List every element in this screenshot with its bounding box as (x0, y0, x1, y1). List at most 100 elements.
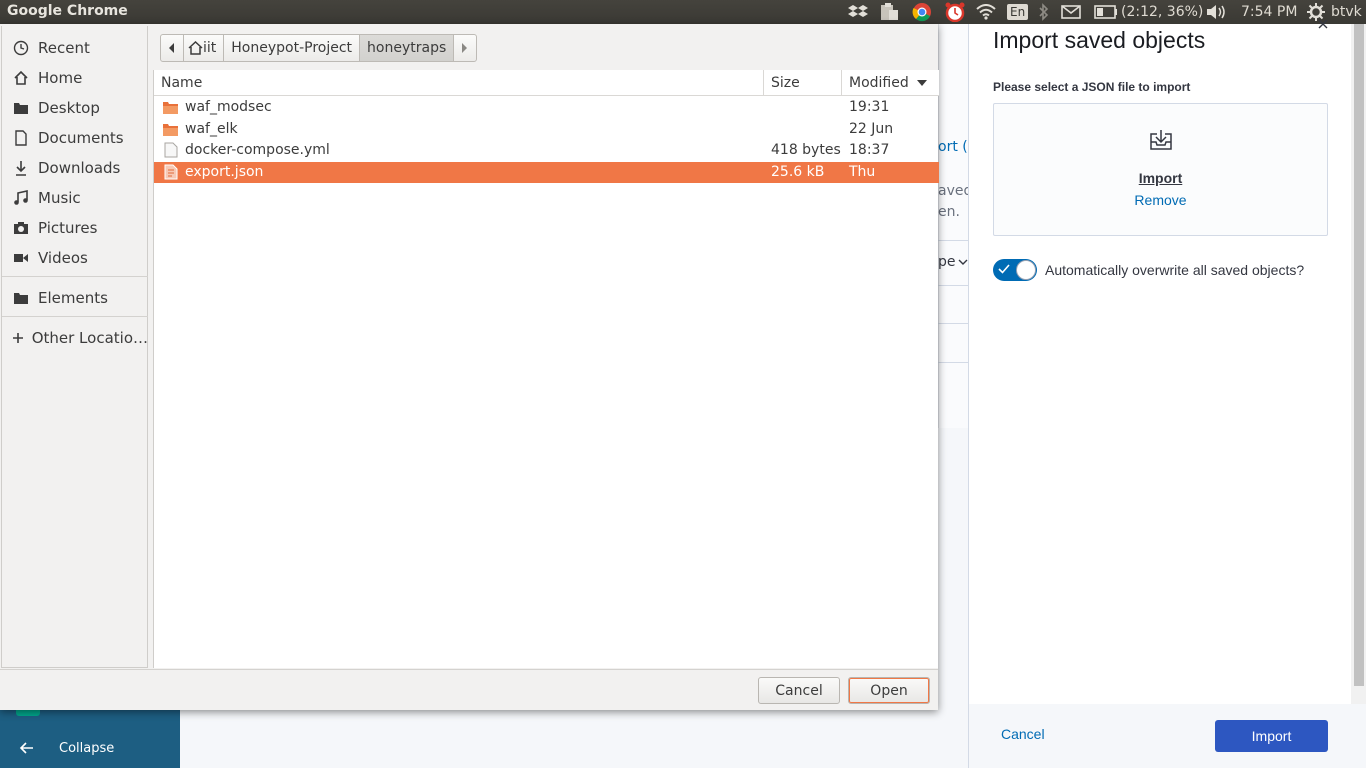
document-icon (2, 130, 38, 146)
place-label: Pictures (38, 219, 98, 237)
text-file-icon (164, 142, 178, 158)
chrome-icon[interactable] (912, 3, 932, 22)
system-top-bar: Google Chrome En (2:12, 36%) 7:54 PM btv… (0, 0, 1366, 24)
alarm-icon[interactable] (944, 2, 966, 22)
place-home[interactable]: Home (2, 64, 148, 92)
overwrite-switch[interactable] (993, 259, 1037, 281)
file-size: 418 bytes (771, 142, 841, 158)
path-segment-label: iit (203, 40, 217, 56)
place-desktop[interactable]: Desktop (2, 94, 148, 122)
path-segment-current[interactable]: honeytraps (359, 34, 455, 62)
home-icon (188, 41, 203, 55)
file-name: waf_elk (185, 121, 238, 137)
keyboard-layout-label: En (1007, 4, 1029, 20)
camera-icon (2, 221, 38, 235)
file-row[interactable]: waf_elk 22 Jun (154, 119, 939, 140)
place-recent[interactable]: Recent (2, 34, 148, 62)
clipboard-icon[interactable] (879, 3, 899, 21)
import-button[interactable]: Import (1215, 720, 1328, 752)
place-downloads[interactable]: Downloads (2, 154, 148, 182)
remove-file-link[interactable]: Remove (994, 192, 1327, 208)
selected-file-name: Import (1138, 170, 1183, 186)
arrow-left-icon (19, 742, 33, 754)
column-header-modified[interactable]: Modified (841, 70, 939, 96)
import-flyout: Import saved objects Please select a JSO… (968, 20, 1366, 768)
collapse-label: Collapse (59, 740, 115, 756)
home-icon (2, 70, 38, 86)
column-header-label: Modified (849, 74, 909, 91)
overwrite-label: Automatically overwrite all saved object… (1045, 262, 1305, 278)
place-label: Downloads (38, 159, 121, 177)
path-segment[interactable]: Honeypot-Project (223, 34, 361, 62)
switch-knob (1016, 260, 1036, 280)
cancel-button[interactable]: Cancel (758, 677, 840, 704)
flyout-title: Import saved objects (993, 27, 1206, 53)
file-row[interactable]: docker-compose.yml 418 bytes 18:37 (154, 140, 939, 161)
place-label: Elements (38, 289, 108, 307)
open-button[interactable]: Open (848, 677, 930, 704)
place-label: Documents (38, 129, 124, 147)
file-row[interactable]: waf_modsec 19:31 (154, 97, 939, 118)
folder-icon (2, 101, 38, 115)
divider (938, 323, 968, 324)
download-icon (2, 160, 38, 176)
place-videos[interactable]: Videos (2, 244, 148, 272)
file-modified: 18:37 (849, 142, 890, 158)
path-back-button[interactable] (160, 34, 184, 62)
user-name: btvk (1331, 4, 1362, 20)
column-header-name[interactable]: Name (154, 70, 763, 96)
path-segment-home[interactable]: iit (183, 34, 225, 62)
file-chooser-dialog: Recent Home Desktop Documents Downloads … (0, 24, 939, 710)
clock-icon (2, 40, 38, 56)
column-header-label: Name (161, 74, 203, 91)
chevron-left-icon (169, 43, 174, 53)
place-elements[interactable]: Elements (2, 284, 148, 312)
mail-icon[interactable] (1061, 3, 1081, 21)
video-icon (2, 252, 38, 264)
place-label: Music (38, 189, 81, 207)
file-modified: 22 Jun (849, 121, 894, 137)
divider (938, 285, 968, 286)
file-picker-dropzone[interactable]: Import Remove (993, 103, 1328, 236)
check-icon (998, 264, 1010, 274)
battery-status: (2:12, 36%) (1121, 4, 1204, 20)
divider (938, 362, 968, 363)
file-list: Name Size Modified waf_modsec 19:31 waf_… (153, 70, 939, 668)
clock[interactable]: 7:54 PM (1241, 3, 1297, 21)
place-documents[interactable]: Documents (2, 124, 148, 152)
flyout-scrollbar[interactable] (1351, 24, 1366, 704)
settings-icon[interactable]: btvk (1307, 3, 1362, 21)
bluetooth-icon[interactable] (1038, 3, 1050, 21)
battery-icon[interactable]: (2:12, 36%) (1094, 3, 1203, 21)
place-pictures[interactable]: Pictures (2, 214, 148, 242)
file-row-selected[interactable]: export.json 25.6 kB Thu (154, 162, 939, 183)
dropbox-icon[interactable] (848, 3, 868, 21)
file-picker-label: Please select a JSON file to import (993, 80, 1191, 94)
folder-icon (163, 124, 178, 136)
places-separator (2, 276, 148, 277)
scrollbar-thumb[interactable] (1354, 24, 1364, 686)
file-size: 25.6 kB (771, 164, 825, 180)
file-name: waf_modsec (185, 99, 272, 115)
app-title: Google Chrome (7, 3, 128, 19)
collapse-button[interactable]: Collapse (14, 737, 174, 759)
volume-icon[interactable] (1206, 3, 1228, 21)
keyboard-layout-icon[interactable]: En (1007, 3, 1029, 21)
chevron-down-icon (958, 259, 968, 265)
overwrite-toggle-row: Automatically overwrite all saved object… (993, 259, 1304, 281)
path-forward-button[interactable] (453, 34, 478, 62)
place-music[interactable]: Music (2, 184, 148, 212)
flyout-cancel-button[interactable]: Cancel (1001, 726, 1045, 742)
place-other-locations[interactable]: Other Locatio… (2, 324, 148, 352)
background-text-fragment: aved (938, 183, 968, 199)
close-icon[interactable] (1315, 20, 1331, 34)
column-header-size[interactable]: Size (763, 70, 841, 96)
flyout-footer: Cancel Import (969, 704, 1366, 768)
place-label: Desktop (38, 99, 100, 117)
path-bar: iit Honeypot-Project honeytraps (160, 34, 478, 62)
places-separator (2, 316, 148, 317)
wifi-icon[interactable] (976, 3, 996, 21)
dialog-action-bar: Cancel Open (0, 669, 938, 710)
divider (938, 240, 968, 241)
path-segment-label: honeytraps (367, 40, 447, 56)
